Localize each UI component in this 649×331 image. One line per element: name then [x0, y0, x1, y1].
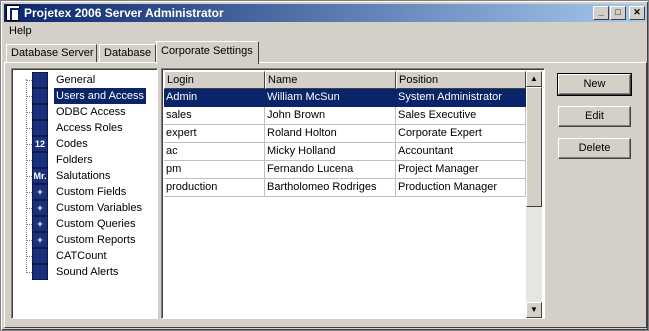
tree-connector: [26, 79, 27, 271]
cell-name: William McSun: [265, 89, 396, 107]
column-header-position[interactable]: Position: [396, 71, 526, 89]
tree-item-label: Access Roles: [56, 122, 123, 134]
table-row[interactable]: pm Fernando Lucena Project Manager: [164, 161, 526, 179]
tree-item-label: Codes: [56, 138, 88, 150]
tree-item-label: Users and Access: [54, 88, 147, 104]
scroll-up-icon[interactable]: ▲: [526, 71, 542, 87]
plus-icon: +: [32, 216, 48, 232]
cell-login: ac: [164, 143, 265, 161]
cell-login: production: [164, 179, 265, 197]
database-icon: [32, 104, 48, 120]
new-button[interactable]: New: [557, 73, 632, 96]
table-row[interactable]: production Bartholomeo Rodriges Production…: [164, 179, 526, 197]
table-row[interactable]: ac Micky Holland Accountant: [164, 143, 526, 161]
tree-item-label: Sound Alerts: [56, 266, 119, 278]
tree-item-label: ODBC Access: [56, 106, 126, 118]
app-icon: [6, 5, 20, 21]
app-window: Projetex 2006 Server Administrator _ □ ✕…: [0, 0, 649, 331]
tree-item-label: Custom Variables: [56, 202, 142, 214]
plus-icon: +: [32, 232, 48, 248]
cell-position: Production Manager: [396, 179, 526, 197]
catcount-icon: [32, 248, 48, 264]
scroll-thumb[interactable]: [526, 87, 542, 207]
plus-icon: +: [32, 184, 48, 200]
cell-position: Project Manager: [396, 161, 526, 179]
cell-position: System Administrator: [396, 89, 526, 107]
cell-name: Fernando Lucena: [265, 161, 396, 179]
table-row[interactable]: expert Roland Holton Corporate Expert: [164, 125, 526, 143]
codes-icon: 12: [32, 136, 48, 152]
column-header-login[interactable]: Login: [164, 71, 265, 89]
menu-bar: Help: [4, 23, 647, 41]
cell-login: sales: [164, 107, 265, 125]
speaker-icon: [32, 264, 48, 280]
edit-button[interactable]: Edit: [558, 106, 631, 127]
settings-tree[interactable]: General Users and Access ODBC Access Access…: [11, 68, 158, 319]
window-title: Projetex 2006 Server Administrator: [24, 6, 224, 20]
table-row[interactable]: Admin William McSun System Administrator: [164, 89, 526, 107]
scroll-down-icon[interactable]: ▼: [526, 302, 542, 318]
tree-item-label: Custom Reports: [56, 234, 136, 246]
users-grid[interactable]: Login Name Position Admin William McSun Sy…: [161, 68, 545, 319]
folder-icon: [32, 152, 48, 168]
minimize-button[interactable]: _: [593, 6, 609, 20]
menu-help[interactable]: Help: [9, 25, 32, 37]
cell-name: Bartholomeo Rodriges: [265, 179, 396, 197]
cell-login: pm: [164, 161, 265, 179]
delete-button[interactable]: Delete: [558, 138, 631, 159]
cell-name: Roland Holton: [265, 125, 396, 143]
shield-icon: [32, 120, 48, 136]
column-header-name[interactable]: Name: [265, 71, 396, 89]
tree-item-label: Salutations: [56, 170, 111, 182]
cell-name: John Brown: [265, 107, 396, 125]
cell-login: Admin: [164, 89, 265, 107]
plus-icon: +: [32, 200, 48, 216]
vertical-scrollbar[interactable]: ▲ ▼: [526, 71, 542, 318]
users-icon: [32, 88, 48, 104]
tab-database-server[interactable]: Database Server: [6, 44, 97, 63]
tree-item-label: Custom Fields: [56, 186, 127, 198]
maximize-button[interactable]: □: [610, 6, 626, 20]
tab-strip: Database Server Database Corporate Setti…: [4, 41, 647, 64]
cell-position: Corporate Expert: [396, 125, 526, 143]
tree-item-label: Folders: [56, 154, 93, 166]
title-bar[interactable]: Projetex 2006 Server Administrator _ □ ✕: [4, 4, 647, 22]
tree-item-label: General: [56, 74, 96, 86]
grid-header: Login Name Position: [164, 71, 526, 89]
general-icon: [32, 72, 48, 88]
salutations-icon: Mr.: [32, 168, 48, 184]
table-row[interactable]: sales John Brown Sales Executive: [164, 107, 526, 125]
cell-position: Accountant: [396, 143, 526, 161]
tree-item-label: Custom Queries: [56, 218, 136, 230]
cell-login: expert: [164, 125, 265, 143]
tab-database[interactable]: Database: [99, 44, 156, 63]
cell-name: Micky Holland: [265, 143, 396, 161]
close-button[interactable]: ✕: [629, 6, 645, 20]
cell-position: Sales Executive: [396, 107, 526, 125]
tab-corporate-settings[interactable]: Corporate Settings: [156, 41, 259, 64]
tree-item-label: CATCount: [56, 250, 107, 262]
